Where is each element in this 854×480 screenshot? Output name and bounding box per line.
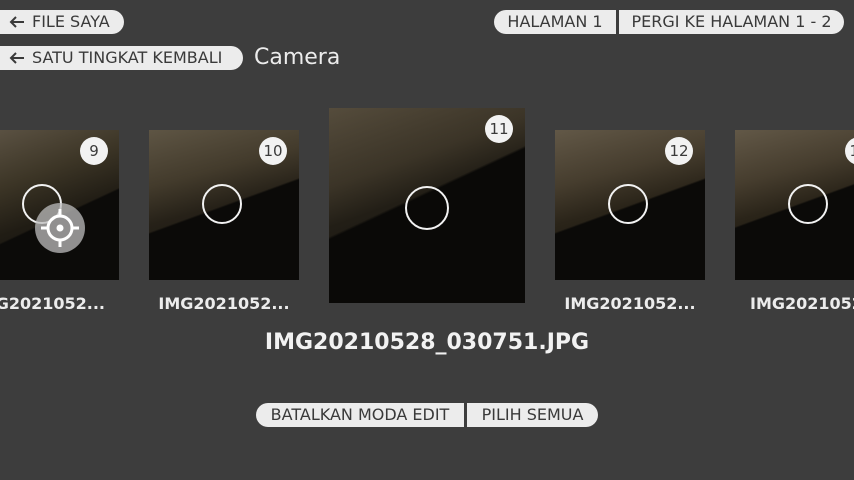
- cancel-edit-mode-label: BATALKAN MODA EDIT: [270, 405, 450, 424]
- page-indicator-label: HALAMAN 1: [507, 12, 603, 31]
- my-files-label: FILE SAYA: [32, 12, 110, 31]
- thumbnail-caption: IMG2021052...: [750, 294, 854, 313]
- thumbnail-item[interactable]: 10: [149, 130, 299, 280]
- folder-name: Camera: [254, 45, 341, 70]
- cancel-edit-mode-button[interactable]: BATALKAN MODA EDIT: [256, 403, 464, 427]
- thumbnail-item[interactable]: 13: [735, 130, 854, 280]
- selection-circle[interactable]: [405, 186, 449, 230]
- selection-circle[interactable]: [608, 184, 648, 224]
- page-indicator: HALAMAN 1: [494, 10, 616, 34]
- item-number-badge: 11: [485, 115, 513, 143]
- goto-page-button[interactable]: PERGI KE HALAMAN 1 - 2: [619, 10, 844, 34]
- up-one-level-button[interactable]: SATU TINGKAT KEMBALI: [0, 46, 243, 70]
- up-one-level-label: SATU TINGKAT KEMBALI: [32, 48, 223, 67]
- selection-circle[interactable]: [202, 184, 242, 224]
- selected-filename: IMG20210528_030751.JPG: [264, 330, 590, 355]
- select-all-label: PILIH SEMUA: [481, 405, 584, 424]
- item-number-badge: 9: [80, 137, 108, 165]
- item-number-badge: 10: [259, 137, 287, 165]
- thumbnail-item-focused[interactable]: 11: [329, 108, 525, 303]
- selection-circle[interactable]: [788, 184, 828, 224]
- item-number-badge: 12: [665, 137, 693, 165]
- crosshair-icon: [35, 203, 85, 253]
- thumbnail-caption: IMG2021052...: [0, 294, 105, 313]
- my-files-button[interactable]: FILE SAYA: [0, 10, 124, 34]
- thumbnail-caption: IMG2021052...: [158, 294, 290, 313]
- goto-page-label: PERGI KE HALAMAN 1 - 2: [631, 12, 832, 31]
- arrow-left-icon: [8, 49, 26, 67]
- select-all-button[interactable]: PILIH SEMUA: [467, 403, 598, 427]
- thumbnail-caption: IMG2021052...: [564, 294, 696, 313]
- thumbnail-item[interactable]: 12: [555, 130, 705, 280]
- arrow-left-icon: [8, 13, 26, 31]
